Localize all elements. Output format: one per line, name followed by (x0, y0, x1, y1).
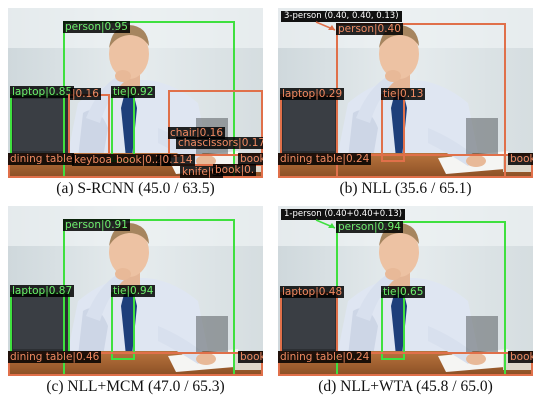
chair-scissors-label: chascissors|0.17 (176, 137, 263, 149)
dining-table-label: dining table (8, 153, 75, 165)
panel-c-image: person|0.91 laptop|0.87 tie|0.94 dining … (8, 206, 263, 376)
laptop-label: laptop|0.48 (280, 286, 345, 298)
book-label: book (508, 153, 533, 165)
caption-a: (a) S-RCNN (45.0 / 63.5) (56, 180, 215, 197)
laptop-label: laptop|0.87 (10, 285, 75, 297)
person-label: person|0.91 (63, 219, 130, 231)
panel-a-image: person|0.95 laptop|0.85 |0.16 tie|0.92 c… (8, 8, 263, 178)
caption-b: (b) NLL (35.6 / 65.1) (339, 180, 472, 197)
tie-box (381, 292, 405, 360)
tie-label: tie|0.65 (381, 286, 426, 298)
laptop-box (10, 292, 70, 354)
tie-label: tie|0.94 (111, 285, 156, 297)
laptop-label-2: |0.16 (70, 88, 101, 100)
laptop-box (280, 292, 338, 354)
book-label: book (508, 351, 533, 363)
book-label-2: |0.114 (157, 154, 195, 166)
tie-box (111, 94, 135, 162)
book-label: book (238, 351, 263, 363)
tie-label: tie|0.13 (381, 88, 426, 100)
caption-c: (c) NLL+MCM (47.0 / 65.3) (46, 378, 225, 395)
dining-table-label: dining table|0.24 (278, 153, 372, 165)
dining-table-label: dining table|0.46 (8, 351, 102, 363)
person-label: person|0.95 (63, 21, 130, 33)
caption-d: (d) NLL+WTA (45.8 / 65.0) (318, 378, 493, 395)
dining-table-label: dining table|0.24 (278, 351, 372, 363)
tie-box (111, 292, 135, 360)
laptop-label: laptop|0.85 (10, 86, 75, 98)
tie-label: tie|0.92 (111, 86, 156, 98)
panel-d-image: person|0.94 1-person (0.40+0.40+0.13) la… (278, 206, 533, 376)
keyboard-label: keyboa (72, 154, 114, 166)
panel-b-image: person|0.40 3-person (0.40, 0.40, 0.13) … (278, 8, 533, 178)
laptop-label: laptop|0.29 (280, 88, 345, 100)
laptop-box (280, 94, 338, 156)
laptop-box (10, 94, 70, 156)
tie-box (381, 94, 405, 162)
book-label-4: book|0. (213, 164, 257, 176)
laptop-box-2 (68, 94, 110, 156)
